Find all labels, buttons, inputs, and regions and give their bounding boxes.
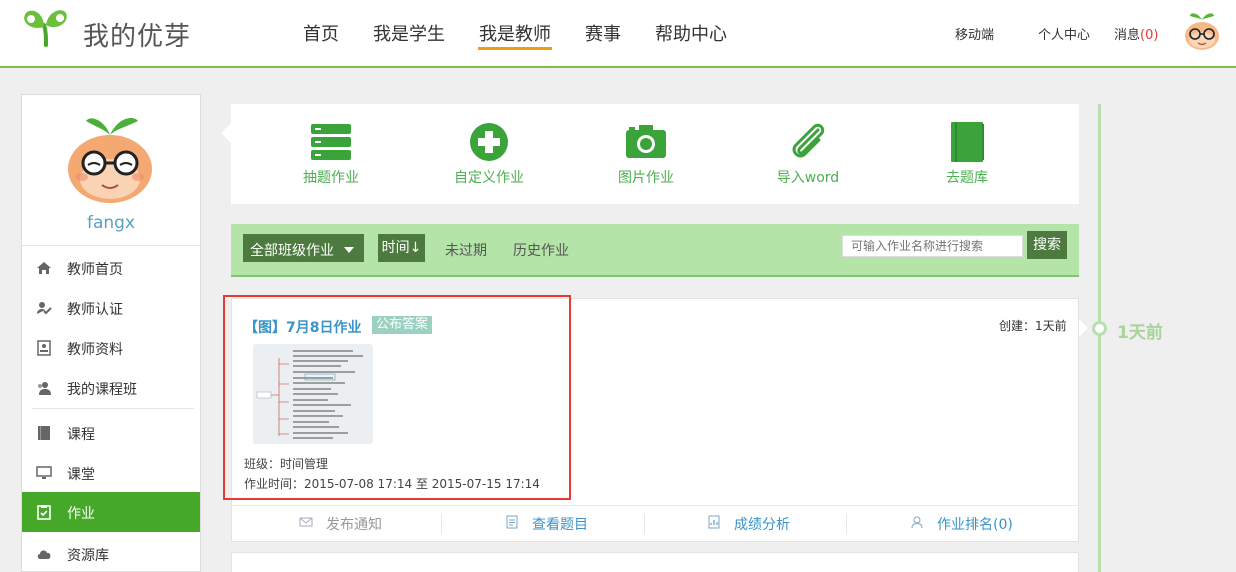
nav-contests[interactable]: 赛事 bbox=[585, 20, 621, 46]
nav-help[interactable]: 帮助中心 bbox=[655, 20, 727, 46]
dropdown-label: 全部班级作业 bbox=[250, 243, 334, 259]
profile-avatar bbox=[68, 117, 152, 203]
card-pointer bbox=[1079, 319, 1088, 337]
left-sidebar: fangx 教师首页 教师认证 教师资料 我的课程班 课程 课堂 作业 资源库 bbox=[21, 94, 201, 572]
sidebar-item-label: 教师首页 bbox=[67, 262, 123, 278]
class-users-icon bbox=[38, 382, 51, 395]
homework-tools-panel: 抽题作业 自定义作业 图片作业 导入word 去题库 bbox=[231, 104, 1079, 204]
action-label: 成绩分析 bbox=[734, 517, 790, 533]
stack-icon bbox=[311, 124, 351, 160]
messages-label: 消息 bbox=[1114, 28, 1141, 43]
document-icon bbox=[506, 515, 518, 529]
verified-user-icon bbox=[37, 302, 52, 315]
sidebar-divider bbox=[32, 408, 194, 409]
sidebar-divider bbox=[22, 245, 200, 246]
action-label: 发布通知 bbox=[326, 517, 382, 533]
sidebar-item-label: 资源库 bbox=[67, 548, 109, 564]
sidebar-item-label: 课程 bbox=[67, 427, 95, 443]
messages-count: (0) bbox=[1140, 28, 1159, 43]
sidebar-item-label: 教师资料 bbox=[67, 342, 123, 358]
timeline-line bbox=[1098, 104, 1101, 572]
tool-image-homework[interactable]: 图片作业 bbox=[586, 104, 706, 204]
site-name: 我的优芽 bbox=[83, 22, 192, 52]
profile-username: fangx bbox=[86, 213, 136, 233]
messages-link[interactable]: 消息(0) bbox=[1114, 24, 1158, 43]
sidebar-item-teacher-profile[interactable]: 教师资料 bbox=[22, 328, 200, 368]
tool-label: 抽题作业 bbox=[303, 170, 359, 186]
home-icon bbox=[37, 262, 51, 274]
sidebar-item-my-classes[interactable]: 我的课程班 bbox=[22, 368, 200, 408]
assignment-card-next bbox=[231, 552, 1079, 572]
sidebar-item-resources[interactable]: 资源库 bbox=[22, 534, 200, 572]
tool-custom-homework[interactable]: 自定义作业 bbox=[429, 104, 549, 204]
mail-icon bbox=[299, 517, 313, 527]
cloud-icon bbox=[37, 550, 51, 559]
plus-circle-icon bbox=[470, 123, 508, 161]
class-filter-dropdown[interactable]: 全部班级作业 bbox=[243, 234, 364, 262]
report-icon bbox=[708, 515, 720, 529]
sidebar-item-label: 课堂 bbox=[67, 467, 95, 483]
nav-teacher[interactable]: 我是教师 bbox=[479, 20, 551, 46]
action-label: 作业排名(0) bbox=[937, 517, 1013, 533]
tool-label: 自定义作业 bbox=[454, 170, 524, 186]
clipboard-icon bbox=[37, 505, 51, 520]
highlight-box bbox=[223, 295, 571, 500]
tab-history[interactable]: 历史作业 bbox=[513, 240, 569, 260]
timeline-label: 1天前 bbox=[1117, 323, 1163, 343]
nav-active-underline bbox=[478, 47, 552, 50]
caret-down-icon bbox=[344, 247, 354, 253]
created-time: 创建：1天前 bbox=[999, 319, 1067, 333]
sidebar-item-label: 教师认证 bbox=[67, 302, 123, 318]
personal-center-link[interactable]: 个人中心 bbox=[1038, 24, 1090, 43]
tool-label: 去题库 bbox=[946, 170, 988, 186]
nav-home[interactable]: 首页 bbox=[303, 20, 339, 46]
user-avatar[interactable] bbox=[1182, 8, 1222, 52]
sidebar-item-label: 我的课程班 bbox=[67, 382, 137, 398]
tool-label: 导入word bbox=[776, 170, 840, 186]
action-divider bbox=[644, 514, 645, 534]
top-header: 我的优芽 首页 我是学生 我是教师 赛事 帮助中心 移动端 个人中心 消息(0) bbox=[0, 0, 1236, 68]
sidebar-item-homework[interactable]: 作业 bbox=[22, 492, 200, 532]
search-input[interactable] bbox=[842, 235, 1023, 257]
tool-label: 图片作业 bbox=[618, 170, 674, 186]
book-icon bbox=[38, 426, 50, 440]
action-label: 查看题目 bbox=[532, 517, 588, 533]
camera-icon bbox=[626, 125, 666, 158]
sidebar-item-courses[interactable]: 课程 bbox=[22, 413, 200, 453]
tool-draw-questions[interactable]: 抽题作业 bbox=[271, 104, 391, 204]
paperclip-icon bbox=[792, 123, 825, 158]
profile-card-icon bbox=[37, 340, 51, 356]
action-divider bbox=[846, 514, 847, 534]
action-divider bbox=[441, 514, 442, 534]
tool-question-bank[interactable]: 去题库 bbox=[907, 104, 1027, 204]
tab-not-expired[interactable]: 未过期 bbox=[445, 240, 487, 260]
sort-by-time-button[interactable]: 时间↓ bbox=[378, 234, 425, 262]
user-icon bbox=[911, 516, 923, 529]
sidebar-item-label: 作业 bbox=[67, 506, 95, 522]
timeline-dot bbox=[1092, 321, 1107, 336]
book-icon bbox=[951, 122, 984, 162]
nav-student[interactable]: 我是学生 bbox=[373, 20, 445, 46]
sprout-logo-icon[interactable] bbox=[20, 9, 74, 49]
tool-import-word[interactable]: 导入word bbox=[748, 104, 868, 204]
monitor-icon bbox=[36, 466, 52, 479]
search-button[interactable]: 搜索 bbox=[1027, 231, 1067, 259]
sidebar-item-teacher-home[interactable]: 教师首页 bbox=[22, 248, 200, 288]
mobile-link[interactable]: 移动端 bbox=[955, 24, 994, 43]
sidebar-item-classroom[interactable]: 课堂 bbox=[22, 453, 200, 493]
tools-pointer bbox=[221, 123, 231, 143]
sidebar-item-teacher-verification[interactable]: 教师认证 bbox=[22, 288, 200, 328]
